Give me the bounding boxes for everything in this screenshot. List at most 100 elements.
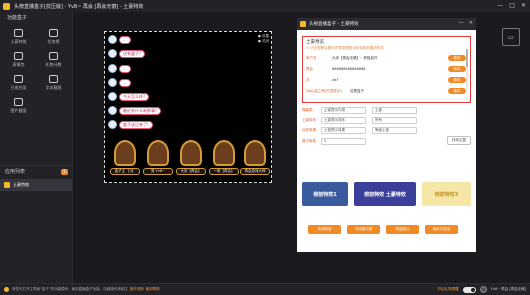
user-avatar[interactable] [479,286,487,293]
sidebar-item-completed[interactable]: 已成任务 [1,72,36,94]
chat-bubble: 还有盒子? [119,49,146,58]
sidebar-item-gift-count[interactable]: 礼物计数 [36,49,71,71]
dialog-logo-icon [300,21,306,27]
app-list-item[interactable]: 土豪特效 [0,179,72,191]
sidebar: 功能盒子 土豪特效 任务榜 表情包 礼物计数 已成任务 文本截图 图片截图 应用… [0,12,73,283]
collapse-panel-icon[interactable]: ▭ [502,28,520,46]
completed-icon [14,75,23,83]
app-list-header: 应用列表 1 [0,165,72,177]
window-title: 头榜直播盒子[抗压版] - Yv8~ 再会 [再会无憾] - 土豪特效 [14,3,144,10]
preview-hint: ① 已为您默认提示可预览按钮对应特效的展示样式 [306,46,384,50]
dialog-titlebar: 头榜直播盒子 - 土豪特效 — ✕ [297,18,476,30]
dialog-close-icon[interactable]: ✕ [469,20,473,26]
filter-select[interactable]: 土豪提示礼物 [321,106,366,114]
user-name: Yv8~ 再会 [再会无憾] [490,287,526,291]
gift-count-icon [49,52,58,60]
maximize-icon[interactable]: □ [509,2,515,9]
style-option-1[interactable]: 榜前特效1 [302,182,348,206]
close-prompt-button[interactable]: 关闭提示框 [347,225,380,234]
chat-bubble: ... [119,35,131,44]
filter-option-select[interactable]: 等级土豪 [372,126,417,134]
style-option-3[interactable]: 榜前特效3 [422,182,471,206]
tuhao-effect-dialog: 头榜直播盒子 - 土豪特效 — ✕ 土豪预览 ① 已为您默认提示可预览按钮对应特… [297,18,476,252]
gift-label: 大宋【再会】 [176,168,206,175]
row-value: zb7 [332,78,339,82]
gift-frame-item: 秀 Yv8~ [143,140,173,180]
count-select[interactable]: 5 [321,137,366,145]
avatar [108,106,117,115]
close-effect-button[interactable]: 关闭特效 [308,225,341,234]
effect-position-button[interactable]: 特效位置 [447,136,471,145]
app-logo-icon [3,2,10,10]
row-edit-button[interactable]: 修改 [448,88,466,94]
preview-stage[interactable]: ● 设置 ● 关闭 ... 还有盒子? ... ... 今天怎么样? 最近有什么… [104,31,272,183]
filter-label: 展示条数： [302,138,320,143]
style-option-2[interactable]: 榜前特效 土豪特效 [354,182,416,206]
help-link[interactable]: 操作说明 [130,287,144,292]
gift-label: 秀 Yv8~ [143,168,173,175]
preview-row: 再会 666666666666666 修改 [306,65,466,73]
filter-label: 弹幕类： [302,107,316,112]
gift-frame-item: 再会游戏大神 [240,140,270,180]
gift-frame-item: 一帆【再会】 [209,140,239,180]
gift-label: 盒子主 【3】 [110,168,140,175]
filter-option-select[interactable]: 所有 [372,116,417,124]
window-titlebar: 头榜直播盒子[抗压版] - Yv8~ 再会 [再会无憾] - 土豪特效 — □ … [0,0,530,12]
emoji-icon [14,52,23,60]
sidebar-item-image-capture[interactable]: 图片截图 [1,95,36,117]
chat-message: 盒子送过来了! [108,120,153,129]
sidebar-item-label: 任务榜 [47,39,60,44]
save-exit-button[interactable]: 保存并退出 [425,225,458,234]
dialog-title: 头榜直播盒子 - 土豪特效 [309,22,359,27]
status-bar: 请您先打开主界面“盒子”的功能模块，使用直播盒子功能，详细操作请前往 操作说明 … [0,283,530,295]
sidebar-item-emoji[interactable]: 表情包 [1,49,36,71]
app-icon [4,182,10,188]
dialog-minimize-icon[interactable]: — [459,20,464,26]
preview-section: 土豪预览 ① 已为您默认提示可预览按钮对应特效的展示样式 用户名 大宋【再会无憾… [302,36,471,103]
gift-frame-icon [180,140,202,166]
scroll-thumb[interactable] [466,49,468,67]
filter-select[interactable]: 土豪提示排序 [321,116,366,124]
restore-default-button[interactable]: 恢复默认 [386,225,419,234]
sidebar-item-tuhao[interactable]: 土豪特效 [1,26,36,48]
status-right: 开启礼物提醒 Yv8~ 再会 [再会无憾] [438,286,526,293]
chat-message: ... [108,78,131,87]
sidebar-item-tasks[interactable]: 任务榜 [36,26,71,48]
usage-link[interactable]: 使用帮助 [146,287,160,292]
sidebar-item-text-capture[interactable]: 文本截图 [36,72,71,94]
chat-message: ... [108,64,131,73]
chat-bubble: 最近有什么新鲜事? [119,106,162,115]
preview-scrollbar[interactable] [466,49,468,89]
stage-close-button[interactable]: ● 关闭 [258,39,269,44]
avatar [108,35,117,44]
filter-option-select[interactable]: 土豪 [372,106,417,114]
sidebar-item-label: 图片截图 [10,108,27,113]
avatar [108,78,117,87]
minimize-icon[interactable]: — [497,2,503,9]
dialog-controls: — ✕ [459,20,473,26]
sidebar-grid: 土豪特效 任务榜 表情包 礼物计数 已成任务 文本截图 图片截图 [0,24,72,117]
filter-row: 展示条数： 5 [302,137,366,145]
filter-row: 土豪特效： 土豪提示排序 所有 [302,116,417,124]
row-value: 666666666666666 [332,67,366,71]
row-value: 这是盒子 [350,88,364,93]
app-item-label: 土豪特效 [13,182,29,187]
chat-message: 最近有什么新鲜事? [108,106,162,115]
gift-frame-icon [213,140,235,166]
preview-row: Dg公益之声[打赏提示] 这是盒子 修改 [306,87,466,95]
sidebar-item-label: 礼物计数 [45,62,62,67]
app-list-title: 应用列表 [5,169,26,175]
chat-message: 还有盒子? [108,49,146,58]
row-edit-button[interactable]: 修改 [448,66,466,72]
filter-row: 动态效果： 土豪提示效果 等级土豪 [302,126,417,134]
gift-label: 再会游戏大神 [240,168,270,175]
filter-select[interactable]: 土豪提示效果 [321,126,366,134]
sidebar-item-label: 表情包 [12,62,25,67]
row-edit-button[interactable]: 修改 [448,55,466,61]
close-icon[interactable]: ✕ [521,2,526,9]
row-value: 大宋【再会无憾】：积极如许 [332,55,378,60]
row-edit-button[interactable]: 修改 [448,77,466,83]
sidebar-header: 功能盒子 [7,15,28,21]
gift-frame-item: 盒子主 【3】 [110,140,140,180]
gift-reminder-toggle[interactable] [462,286,476,293]
